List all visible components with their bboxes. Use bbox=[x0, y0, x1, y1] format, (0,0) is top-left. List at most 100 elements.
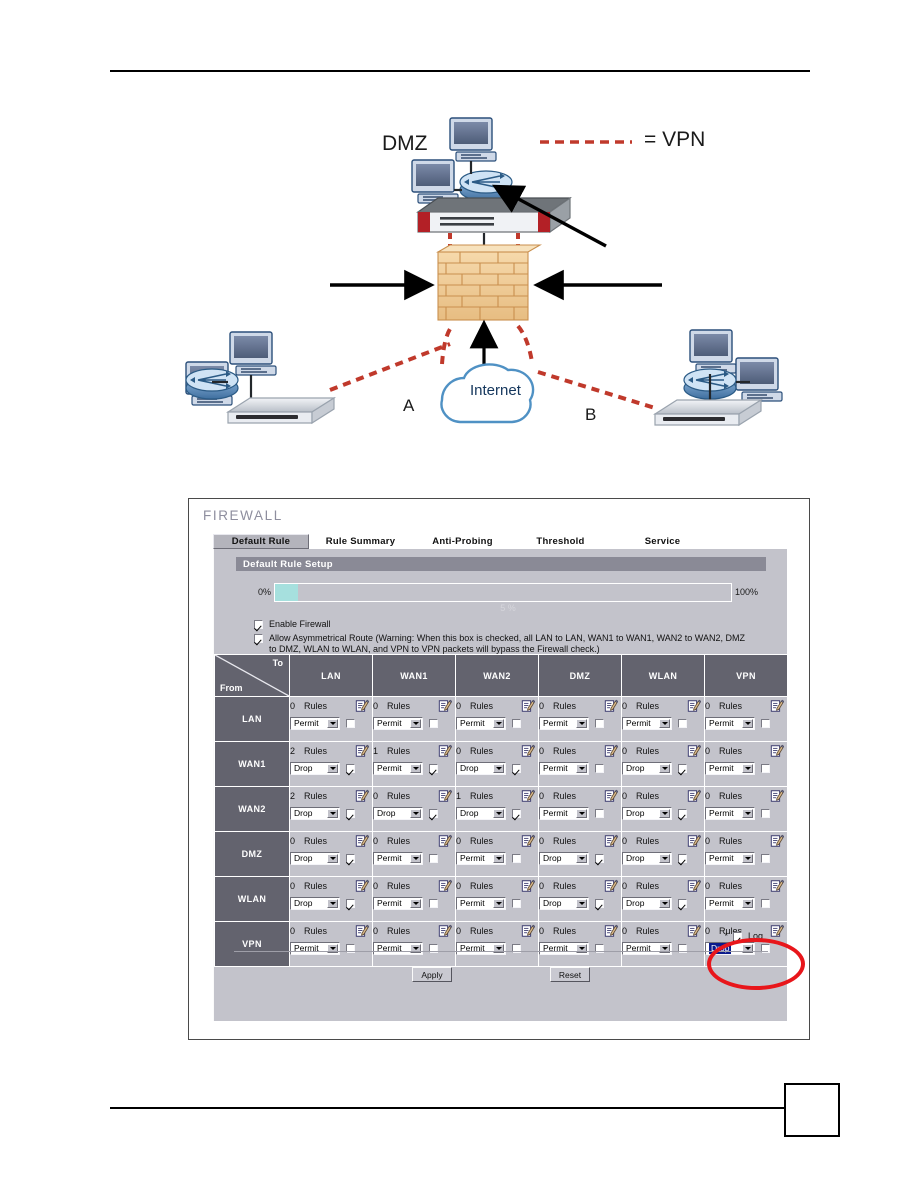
action-select[interactable]: Drop bbox=[456, 762, 506, 775]
log-checkbox-cell[interactable] bbox=[512, 899, 521, 908]
action-select[interactable]: Permit bbox=[539, 762, 589, 775]
allow-asymmetrical-route-checkbox[interactable] bbox=[254, 634, 263, 643]
log-checkbox-cell[interactable] bbox=[512, 764, 521, 773]
action-select[interactable]: Permit bbox=[539, 807, 589, 820]
chevron-down-icon[interactable] bbox=[327, 809, 338, 818]
action-select[interactable]: Permit bbox=[373, 762, 423, 775]
enable-firewall-checkbox[interactable] bbox=[254, 620, 263, 629]
edit-rules-icon[interactable] bbox=[355, 924, 369, 938]
edit-rules-icon[interactable] bbox=[438, 924, 452, 938]
log-checkbox-cell[interactable] bbox=[346, 854, 355, 863]
action-select[interactable]: Drop bbox=[456, 807, 506, 820]
log-checkbox-cell[interactable] bbox=[761, 719, 770, 728]
action-select[interactable]: Drop bbox=[622, 897, 672, 910]
action-select[interactable]: Drop bbox=[622, 852, 672, 865]
edit-rules-icon[interactable] bbox=[355, 699, 369, 713]
edit-rules-icon[interactable] bbox=[355, 834, 369, 848]
log-checkbox-cell[interactable] bbox=[678, 899, 687, 908]
action-select[interactable]: Drop bbox=[373, 807, 423, 820]
reset-button[interactable]: Reset bbox=[550, 967, 590, 982]
chevron-down-icon[interactable] bbox=[659, 809, 670, 818]
action-select[interactable]: Permit bbox=[705, 807, 755, 820]
chevron-down-icon[interactable] bbox=[576, 809, 587, 818]
action-select[interactable]: Permit bbox=[705, 852, 755, 865]
log-checkbox-cell[interactable] bbox=[595, 764, 604, 773]
edit-rules-icon[interactable] bbox=[687, 879, 701, 893]
log-checkbox-cell[interactable] bbox=[512, 809, 521, 818]
log-checkbox-cell[interactable] bbox=[512, 719, 521, 728]
edit-rules-icon[interactable] bbox=[521, 879, 535, 893]
action-select[interactable]: Permit bbox=[456, 852, 506, 865]
log-checkbox-cell[interactable] bbox=[429, 854, 438, 863]
action-select[interactable]: Drop bbox=[539, 897, 589, 910]
log-checkbox[interactable] bbox=[732, 932, 742, 941]
action-select[interactable]: Drop bbox=[290, 762, 340, 775]
action-select[interactable]: Permit bbox=[373, 717, 423, 730]
log-checkbox-cell[interactable] bbox=[678, 854, 687, 863]
action-select[interactable]: Drop bbox=[539, 852, 589, 865]
chevron-down-icon[interactable] bbox=[659, 719, 670, 728]
edit-rules-icon[interactable] bbox=[687, 744, 701, 758]
chevron-down-icon[interactable] bbox=[742, 809, 753, 818]
log-checkbox-cell[interactable] bbox=[678, 809, 687, 818]
tab-anti-probing[interactable]: Anti-Probing bbox=[413, 534, 513, 549]
edit-rules-icon[interactable] bbox=[521, 789, 535, 803]
log-checkbox-cell[interactable] bbox=[678, 764, 687, 773]
chevron-down-icon[interactable] bbox=[659, 764, 670, 773]
edit-rules-icon[interactable] bbox=[438, 744, 452, 758]
edit-rules-icon[interactable] bbox=[687, 699, 701, 713]
action-select[interactable]: Permit bbox=[373, 852, 423, 865]
action-select[interactable]: Permit bbox=[622, 717, 672, 730]
chevron-down-icon[interactable] bbox=[576, 764, 587, 773]
edit-rules-icon[interactable] bbox=[521, 834, 535, 848]
tab-default-rule[interactable]: Default Rule bbox=[213, 534, 309, 549]
chevron-down-icon[interactable] bbox=[576, 899, 587, 908]
chevron-down-icon[interactable] bbox=[742, 899, 753, 908]
edit-rules-icon[interactable] bbox=[604, 789, 618, 803]
chevron-down-icon[interactable] bbox=[493, 854, 504, 863]
action-select[interactable]: Permit bbox=[456, 897, 506, 910]
edit-rules-icon[interactable] bbox=[438, 789, 452, 803]
log-checkbox-cell[interactable] bbox=[761, 809, 770, 818]
action-select[interactable]: Drop bbox=[705, 942, 755, 955]
action-select[interactable]: Permit bbox=[456, 942, 506, 955]
log-checkbox-cell[interactable] bbox=[595, 854, 604, 863]
edit-rules-icon[interactable] bbox=[521, 924, 535, 938]
edit-rules-icon[interactable] bbox=[770, 699, 784, 713]
chevron-down-icon[interactable] bbox=[327, 899, 338, 908]
edit-rules-icon[interactable] bbox=[687, 924, 701, 938]
chevron-down-icon[interactable] bbox=[659, 899, 670, 908]
action-select[interactable]: Permit bbox=[373, 897, 423, 910]
chevron-down-icon[interactable] bbox=[327, 854, 338, 863]
edit-rules-icon[interactable] bbox=[438, 879, 452, 893]
log-checkbox-cell[interactable] bbox=[678, 719, 687, 728]
edit-rules-icon[interactable] bbox=[604, 699, 618, 713]
action-select[interactable]: Permit bbox=[290, 717, 340, 730]
log-checkbox-cell[interactable] bbox=[595, 809, 604, 818]
chevron-down-icon[interactable] bbox=[576, 719, 587, 728]
chevron-down-icon[interactable] bbox=[742, 764, 753, 773]
action-select[interactable]: Permit bbox=[705, 717, 755, 730]
chevron-down-icon[interactable] bbox=[576, 854, 587, 863]
chevron-down-icon[interactable] bbox=[327, 719, 338, 728]
edit-rules-icon[interactable] bbox=[355, 744, 369, 758]
log-checkbox-cell[interactable] bbox=[761, 764, 770, 773]
log-checkbox-cell[interactable] bbox=[761, 899, 770, 908]
action-select[interactable]: Drop bbox=[290, 852, 340, 865]
edit-rules-icon[interactable] bbox=[604, 879, 618, 893]
log-checkbox-cell[interactable] bbox=[429, 719, 438, 728]
chevron-down-icon[interactable] bbox=[493, 719, 504, 728]
log-checkbox-cell[interactable] bbox=[595, 899, 604, 908]
action-select[interactable]: Drop bbox=[622, 807, 672, 820]
edit-rules-icon[interactable] bbox=[770, 879, 784, 893]
chevron-down-icon[interactable] bbox=[410, 899, 421, 908]
enable-firewall-row[interactable]: Enable Firewall bbox=[254, 619, 554, 630]
log-checkbox-cell[interactable] bbox=[346, 764, 355, 773]
edit-rules-icon[interactable] bbox=[770, 744, 784, 758]
tab-threshold[interactable]: Threshold bbox=[513, 534, 609, 549]
action-select[interactable]: Permit bbox=[456, 717, 506, 730]
edit-rules-icon[interactable] bbox=[604, 744, 618, 758]
edit-rules-icon[interactable] bbox=[687, 834, 701, 848]
chevron-down-icon[interactable] bbox=[742, 854, 753, 863]
log-checkbox-cell[interactable] bbox=[429, 809, 438, 818]
